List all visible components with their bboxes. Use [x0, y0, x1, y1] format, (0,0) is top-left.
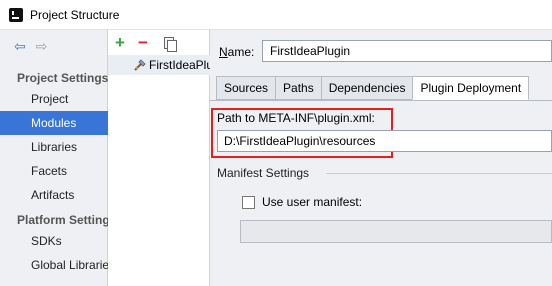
- use-user-manifest-label[interactable]: Use user manifest:: [262, 195, 362, 209]
- sidebar-item-modules[interactable]: Modules: [0, 111, 108, 135]
- copy-icon[interactable]: [164, 37, 177, 52]
- manifest-path-input[interactable]: [240, 220, 552, 243]
- section-project-settings: Project Settings: [17, 71, 109, 85]
- plugin-xml-path-input[interactable]: D:\FirstIdeaPlugin\resources: [217, 130, 552, 152]
- tab-paths[interactable]: Paths: [275, 76, 321, 100]
- section-platform-settings: Platform Settings: [17, 213, 117, 227]
- sidebar-item-libraries[interactable]: Libraries: [0, 135, 108, 159]
- name-label: Name:: [219, 45, 254, 59]
- remove-module-button[interactable]: −: [138, 33, 148, 53]
- nav-arrows: ⇦ ⇨: [14, 39, 47, 53]
- plugin-module-icon: [134, 59, 146, 71]
- back-arrow-icon[interactable]: ⇦: [14, 39, 26, 53]
- list-item[interactable]: FirstIdeaPlugin: [108, 55, 229, 75]
- sidebar-item-facets[interactable]: Facets: [0, 159, 108, 183]
- tab-sources[interactable]: Sources: [216, 76, 276, 100]
- name-label-text: ame:: [227, 45, 255, 59]
- plugin-deployment-content: Path to META-INF\plugin.xml: D:\FirstIde…: [210, 101, 552, 286]
- detail-tabs: Sources Paths Dependencies Plugin Deploy…: [216, 76, 530, 100]
- modules-panel: + − FirstIdeaPlugin: [108, 30, 229, 286]
- tab-dependencies[interactable]: Dependencies: [320, 76, 413, 100]
- window-title: Project Structure: [30, 8, 120, 22]
- intellij-app-icon: [9, 8, 23, 22]
- settings-sidebar: ⇦ ⇨ Project Settings Project Modules Lib…: [0, 30, 116, 286]
- section-divider: [326, 173, 552, 174]
- manifest-settings-heading: Manifest Settings: [217, 166, 310, 180]
- use-user-manifest-checkbox[interactable]: [242, 196, 255, 209]
- sidebar-item-project[interactable]: Project: [0, 87, 108, 111]
- name-label-mnemonic: N: [219, 45, 228, 59]
- title-bar: Project Structure: [0, 0, 552, 30]
- path-label: Path to META-INF\plugin.xml:: [217, 111, 375, 125]
- forward-arrow-icon[interactable]: ⇨: [36, 39, 48, 53]
- module-name-input[interactable]: FirstIdeaPlugin: [262, 40, 552, 62]
- add-module-button[interactable]: +: [115, 33, 125, 53]
- sidebar-item-global-libraries[interactable]: Global Libraries: [0, 253, 108, 277]
- sidebar-item-artifacts[interactable]: Artifacts: [0, 183, 108, 207]
- sidebar-item-sdks[interactable]: SDKs: [0, 229, 108, 253]
- module-detail-panel: Name: FirstIdeaPlugin Sources Paths Depe…: [210, 30, 552, 286]
- tab-plugin-deployment[interactable]: Plugin Deployment: [412, 76, 530, 100]
